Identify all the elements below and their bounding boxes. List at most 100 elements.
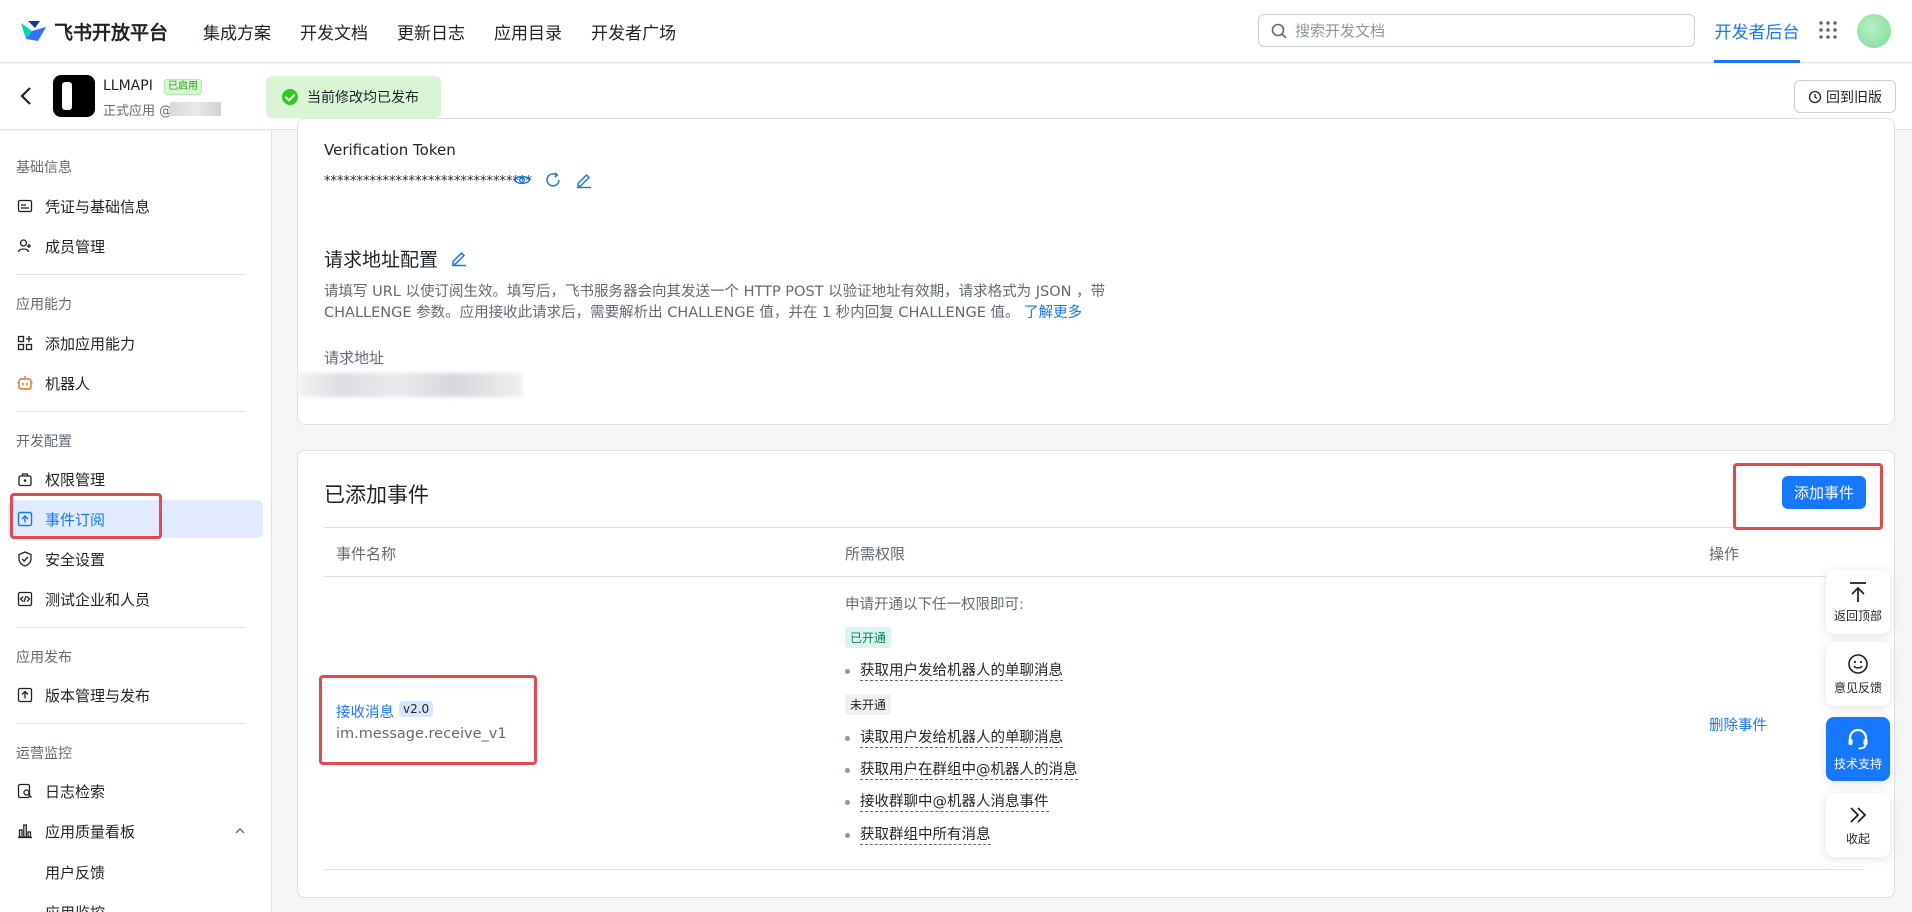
user-add-icon <box>16 237 34 255</box>
request-config-title: 请求地址配置 <box>324 249 439 271</box>
sidebar-item-label: 成员管理 <box>45 237 106 256</box>
bar-chart-icon <box>16 822 34 840</box>
code-window-icon <box>16 590 34 608</box>
sidebar-divider <box>16 411 246 412</box>
shield-icon <box>16 550 34 568</box>
permission-intro: 申请开通以下任一权限即可: <box>845 597 1024 613</box>
permission-item[interactable]: 获取群组中所有消息 <box>845 823 991 845</box>
search-input[interactable] <box>1295 21 1675 40</box>
sidebar-item-versions[interactable]: 版本管理与发布 <box>8 676 263 714</box>
edit-pen-icon[interactable] <box>450 249 468 267</box>
search-box[interactable] <box>1258 14 1695 47</box>
request-config-desc-line2: CHALLENGE 参数。应用接收此请求后，需要解析出 CHALLENGE 值，… <box>324 305 1020 321</box>
sidebar-item-bot[interactable]: 机器人 <box>8 364 263 402</box>
collapse-panel-button[interactable]: 收起 <box>1826 793 1890 857</box>
permission-item[interactable]: 获取用户在群组中@机器人的消息 <box>845 758 1078 780</box>
nav-links: 集成方案 开发文档 更新日志 应用目录 开发者广场 <box>203 19 705 44</box>
upload-box-icon <box>16 686 34 704</box>
event-name-link[interactable]: 接收消息 <box>336 701 394 722</box>
id-card-icon <box>16 197 34 215</box>
brand-name: 飞书开放平台 <box>54 21 169 44</box>
sidebar-item-permissions[interactable]: 权限管理 <box>8 460 263 498</box>
verification-token-value: ******************************** <box>324 174 532 189</box>
robot-icon <box>16 374 34 392</box>
refresh-icon[interactable] <box>544 171 562 189</box>
revert-version-label: 回到旧版 <box>1826 89 1882 106</box>
log-search-icon <box>16 782 34 800</box>
request-config-desc-line1: 请填写 URL 以使订阅生效。填写后，飞书服务器会向其发送一个 HTTP POS… <box>324 284 1106 300</box>
feedback-label: 意见反馈 <box>1833 680 1882 695</box>
column-actions: 操作 <box>1709 545 1740 563</box>
sidebar-item-members[interactable]: 成员管理 <box>8 227 263 265</box>
sidebar-item-label: 权限管理 <box>45 470 106 489</box>
sidebar-item-test-org[interactable]: 测试企业和人员 <box>8 580 263 618</box>
sidebar-divider <box>16 723 246 724</box>
app-subtitle: 正式应用 @ <box>103 104 173 119</box>
sidebar-subitem-feedback[interactable]: 用户反馈 <box>45 862 105 883</box>
request-address-redacted <box>298 373 522 397</box>
sidebar-item-label: 应用质量看板 <box>45 822 136 841</box>
sidebar-item-label: 事件订阅 <box>45 510 106 529</box>
nav-link-docs[interactable]: 开发文档 <box>300 19 368 44</box>
nav-link-changelog[interactable]: 更新日志 <box>397 19 465 44</box>
app-grid-add-icon <box>16 334 34 352</box>
feedback-button[interactable]: 意见反馈 <box>1826 642 1890 706</box>
user-avatar[interactable] <box>1857 14 1891 48</box>
sidebar-item-log-search[interactable]: 日志检索 <box>8 772 263 810</box>
sidebar-item-label: 凭证与基础信息 <box>45 197 151 216</box>
arrow-up-top-icon <box>1850 581 1866 602</box>
sidebar-group-basic: 基础信息 <box>16 160 72 176</box>
double-chevron-right-icon <box>1850 806 1867 823</box>
sidebar-subitem-monitor[interactable]: 应用监控 <box>45 902 105 912</box>
bullet <box>845 832 850 838</box>
apps-grid-icon[interactable] <box>1818 20 1838 40</box>
nav-link-solutions[interactable]: 集成方案 <box>203 19 271 44</box>
sidebar-item-label: 测试企业和人员 <box>45 590 151 609</box>
request-config-description: 请填写 URL 以使订阅生效。填写后，飞书服务器会向其发送一个 HTTP POS… <box>324 282 1154 324</box>
back-to-top-button[interactable]: 返回顶部 <box>1826 570 1890 634</box>
search-icon <box>1271 23 1287 39</box>
events-card: 已添加事件 添加事件 事件名称 所需权限 操作 接收消息 v2.0 im.mes… <box>297 450 1895 898</box>
sidebar-divider <box>16 627 246 628</box>
bullet <box>845 668 850 674</box>
verification-token-label: Verification Token <box>324 141 456 159</box>
sidebar-item-add-capability[interactable]: 添加应用能力 <box>8 324 263 362</box>
sidebar-item-label: 日志检索 <box>45 782 106 801</box>
check-circle-icon <box>282 89 298 105</box>
request-config-card: Verification Token *********************… <box>297 118 1895 425</box>
brand[interactable]: 飞书开放平台 <box>18 18 203 45</box>
event-code: im.message.receive_v1 <box>336 726 507 742</box>
nav-link-app-directory[interactable]: 应用目录 <box>494 19 562 44</box>
delete-event-button[interactable]: 删除事件 <box>1709 714 1767 735</box>
nav-link-developer-plaza[interactable]: 开发者广场 <box>591 19 676 44</box>
revert-version-button[interactable]: 回到旧版 <box>1794 80 1896 113</box>
bullet <box>845 735 850 741</box>
tech-support-label: 技术支持 <box>1833 756 1882 771</box>
nav-developer-console[interactable]: 开发者后台 <box>1714 0 1800 63</box>
app-status-badge: 已启用 <box>164 79 202 95</box>
sidebar-item-events[interactable]: 事件订阅 <box>8 500 263 538</box>
permission-item[interactable]: 读取用户发给机器人的单聊消息 <box>845 726 1063 748</box>
token-actions <box>513 171 606 189</box>
chevron-up-icon[interactable] <box>234 825 246 837</box>
sidebar-item-security[interactable]: 安全设置 <box>8 540 263 578</box>
learn-more-link[interactable]: 了解更多 <box>1024 305 1082 321</box>
column-event-name: 事件名称 <box>336 545 397 563</box>
table-row-divider <box>324 869 1864 870</box>
back-to-top-label: 返回顶部 <box>1833 608 1882 623</box>
sidebar-item-quality-board[interactable]: 应用质量看板 <box>8 812 263 850</box>
events-table-header: 事件名称 所需权限 操作 <box>324 527 1864 577</box>
sidebar: 基础信息 凭证与基础信息 成员管理 应用能力 添加应用能力 机器人 开发配置 权… <box>0 131 272 912</box>
back-arrow-icon[interactable] <box>18 86 34 106</box>
edit-pen-icon[interactable] <box>575 171 593 189</box>
tech-support-button[interactable]: 技术支持 <box>1826 717 1890 781</box>
sidebar-item-credentials[interactable]: 凭证与基础信息 <box>8 187 263 225</box>
eye-icon[interactable] <box>513 171 531 189</box>
permission-item[interactable]: 获取用户发给机器人的单聊消息 <box>845 659 1063 681</box>
permission-item[interactable]: 接收群聊中@机器人消息事件 <box>845 790 1049 812</box>
add-event-button[interactable]: 添加事件 <box>1782 476 1866 509</box>
bullet <box>845 767 850 773</box>
permission-disabled-tag: 未开通 <box>845 694 892 715</box>
sidebar-group-ops: 运营监控 <box>16 746 72 762</box>
column-permissions: 所需权限 <box>845 545 906 563</box>
